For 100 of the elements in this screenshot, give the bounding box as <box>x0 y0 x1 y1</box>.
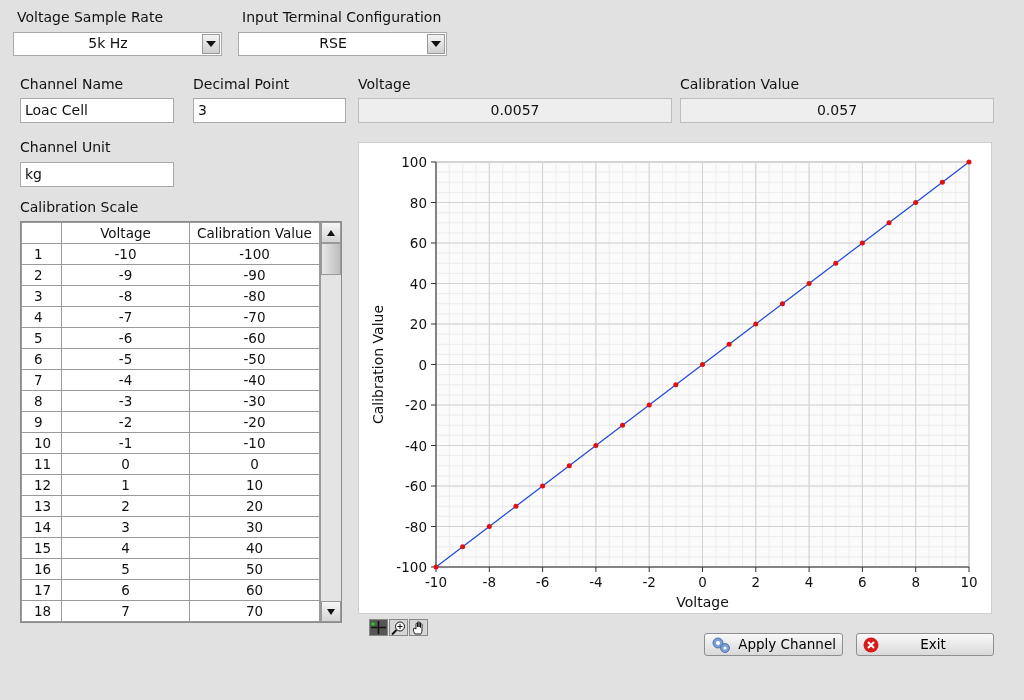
table-cell: -80 <box>189 285 320 307</box>
table-cell: 60 <box>189 579 320 601</box>
table-cell: 10 <box>189 474 320 496</box>
tick-label: 6 <box>858 574 867 590</box>
tick-label: -20 <box>404 397 427 413</box>
table-cell: 1 <box>61 474 190 496</box>
tick-label: 10 <box>960 574 978 590</box>
tick-label: 2 <box>751 574 761 590</box>
graph-tool-button[interactable] <box>369 619 388 636</box>
value-indicator: 0.0057 <box>358 98 672 123</box>
scroll-thumb[interactable] <box>321 243 341 275</box>
scrollbar[interactable] <box>320 222 341 622</box>
table-cell: -70 <box>189 306 320 328</box>
tick-label: -6 <box>535 574 550 590</box>
row-index-cell: 16 <box>21 558 62 580</box>
row-index-cell: 6 <box>21 348 62 370</box>
tick-label: 0 <box>698 574 707 590</box>
tick-label: 4 <box>804 574 814 590</box>
tick-label: -100 <box>396 559 427 575</box>
corner-cell <box>21 222 62 244</box>
scroll-up-icon[interactable] <box>321 222 341 243</box>
tick-label: 0 <box>418 356 427 373</box>
tick-label: 80 <box>409 194 427 211</box>
row-index-cell: 17 <box>21 579 62 601</box>
table-cell: 7 <box>61 600 190 622</box>
table-cell: 30 <box>189 516 320 538</box>
hand-icon <box>411 620 426 635</box>
graph-tool-button[interactable] <box>389 619 408 636</box>
row-index-cell: 10 <box>21 432 62 454</box>
table-cell: -2 <box>61 411 190 433</box>
table-cell: -1 <box>61 432 190 454</box>
table-cell: -40 <box>189 369 320 391</box>
value-indicator: 0.057 <box>680 98 994 123</box>
table-cell: -30 <box>189 390 320 412</box>
row-index-cell: 12 <box>21 474 62 496</box>
graph-tool-button[interactable] <box>409 619 428 636</box>
row-index-cell: 11 <box>21 453 62 475</box>
tick-label: -10 <box>424 574 448 590</box>
table-cell: -50 <box>189 348 320 370</box>
table-cell: 4 <box>61 537 190 559</box>
tick-label: -4 <box>589 574 603 590</box>
crosshair-icon <box>371 621 386 634</box>
table-cell: 6 <box>61 579 190 601</box>
apply-button[interactable]: Apply Channel <box>704 633 843 656</box>
tick-label: -80 <box>404 518 427 535</box>
field-label: Channel Unit <box>20 139 111 155</box>
row-index-cell: 13 <box>21 495 62 517</box>
tick-label: 60 <box>409 235 427 251</box>
field-label: Input Terminal Configuration <box>242 9 442 25</box>
field-label: Voltage <box>358 75 411 92</box>
table-cell: -20 <box>189 411 320 433</box>
caret-icon <box>427 33 445 54</box>
field-label: Calibration Value <box>680 75 800 92</box>
axis-label: Calibration Value <box>370 304 386 425</box>
row-index-cell: 2 <box>21 264 62 286</box>
row-index-cell: 3 <box>21 285 62 307</box>
tick-label: 100 <box>401 154 427 170</box>
table-cell: -90 <box>189 264 320 286</box>
tick-label: 8 <box>911 574 920 590</box>
dropdown[interactable]: RSE <box>238 31 447 56</box>
row-index-cell: 14 <box>21 516 62 538</box>
table-cell: -5 <box>61 348 190 370</box>
table-cell: -7 <box>61 306 190 328</box>
dropdown[interactable]: 5k Hz <box>13 31 222 56</box>
table-cell: -60 <box>189 327 320 349</box>
zoom-icon <box>391 620 406 635</box>
tick-label: -40 <box>404 437 427 454</box>
column-header: Voltage <box>61 222 190 244</box>
table-cell: -4 <box>61 369 190 391</box>
tick-label: -8 <box>482 574 497 590</box>
input-field[interactable]: Loac Cell <box>20 98 174 123</box>
column-header: Calibration Value <box>189 222 320 244</box>
row-index-cell: 1 <box>21 243 62 265</box>
table-cell: -10 <box>61 243 190 265</box>
table-cell: 0 <box>61 453 190 475</box>
field-label: Channel Name <box>20 75 124 92</box>
axis-label: Voltage <box>676 594 729 610</box>
table-cell: -9 <box>61 264 190 286</box>
row-index-cell: 9 <box>21 411 62 433</box>
table-cell: 2 <box>61 495 190 517</box>
caret-icon <box>202 33 220 54</box>
tick-label: 40 <box>409 275 427 292</box>
field-label: Voltage Sample Rate <box>17 9 163 25</box>
field-label: Decimal Point <box>193 75 290 92</box>
row-index-cell: 15 <box>21 537 62 559</box>
input-field[interactable]: kg <box>20 161 174 187</box>
scroll-down-icon[interactable] <box>321 601 341 622</box>
table-cell: -8 <box>61 285 190 307</box>
table-cell: -10 <box>189 432 320 454</box>
tick-label: -60 <box>404 478 427 494</box>
row-index-cell: 18 <box>21 600 62 622</box>
input-field[interactable]: 3 <box>193 98 346 123</box>
row-index-cell: 5 <box>21 327 62 349</box>
row-index-cell: 8 <box>21 390 62 412</box>
tick-label: 20 <box>409 316 427 332</box>
exit-button[interactable]: Exit <box>856 633 994 656</box>
row-index-cell: 7 <box>21 369 62 391</box>
tick-label: -2 <box>642 574 656 590</box>
table-cell: 0 <box>189 453 320 475</box>
table-cell: 3 <box>61 516 190 538</box>
